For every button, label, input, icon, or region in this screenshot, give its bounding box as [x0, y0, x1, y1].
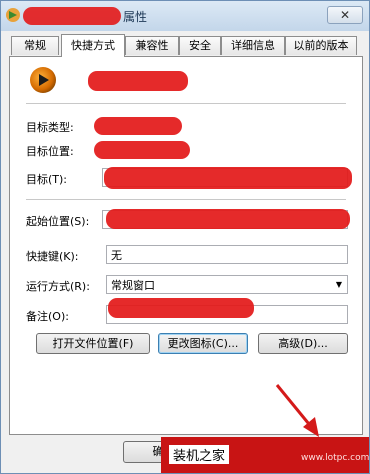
annotation-arrow-icon — [275, 384, 319, 437]
tab-shortcut[interactable]: 快捷方式 — [61, 34, 125, 57]
properties-window: 属性 ✕ 常规 快捷方式 兼容性 安全 详细信息 以前的版本 目标类型: 目标位… — [0, 0, 370, 474]
